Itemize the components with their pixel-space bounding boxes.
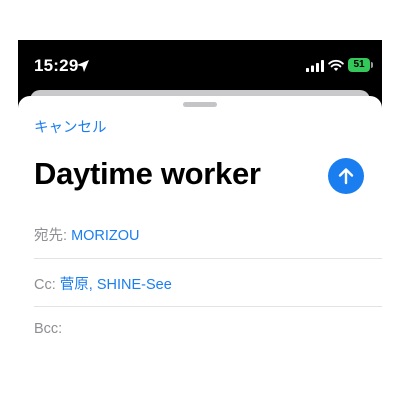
wifi-icon <box>328 59 344 71</box>
cc-recipients[interactable]: 菅原, SHINE-See <box>60 277 172 293</box>
battery-cap <box>371 62 373 68</box>
to-field[interactable]: 宛先: MORIZOU <box>34 224 382 244</box>
to-divider <box>34 258 382 259</box>
compose-sheet: キャンセル Daytime worker 宛先: MORIZOU Cc: 菅原,… <box>18 96 382 360</box>
battery-icon: 51 <box>348 58 370 72</box>
to-label: 宛先: <box>34 228 68 244</box>
send-button[interactable] <box>328 158 364 194</box>
cc-divider <box>34 306 382 307</box>
status-bar: 15:29 51 <box>18 40 382 92</box>
battery-level: 51 <box>353 59 365 70</box>
cc-field[interactable]: Cc: 菅原, SHINE-See <box>34 273 382 293</box>
location-arrow-icon <box>77 60 89 72</box>
subject-title: Daytime worker <box>34 156 261 191</box>
phone-screen: 15:29 51 キャンセル Daytime worker 宛先: MORIZO… <box>18 40 382 360</box>
bcc-field[interactable]: Bcc: <box>34 321 382 341</box>
cancel-button[interactable]: キャンセル <box>34 116 107 137</box>
sheet-grabber[interactable] <box>183 102 217 107</box>
to-recipient[interactable]: MORIZOU <box>71 228 139 244</box>
cc-label: Cc: <box>34 277 56 293</box>
signal-icon <box>306 60 324 72</box>
status-time: 15:29 <box>34 56 79 75</box>
arrow-up-icon <box>338 168 354 185</box>
bcc-label: Bcc: <box>34 321 63 337</box>
